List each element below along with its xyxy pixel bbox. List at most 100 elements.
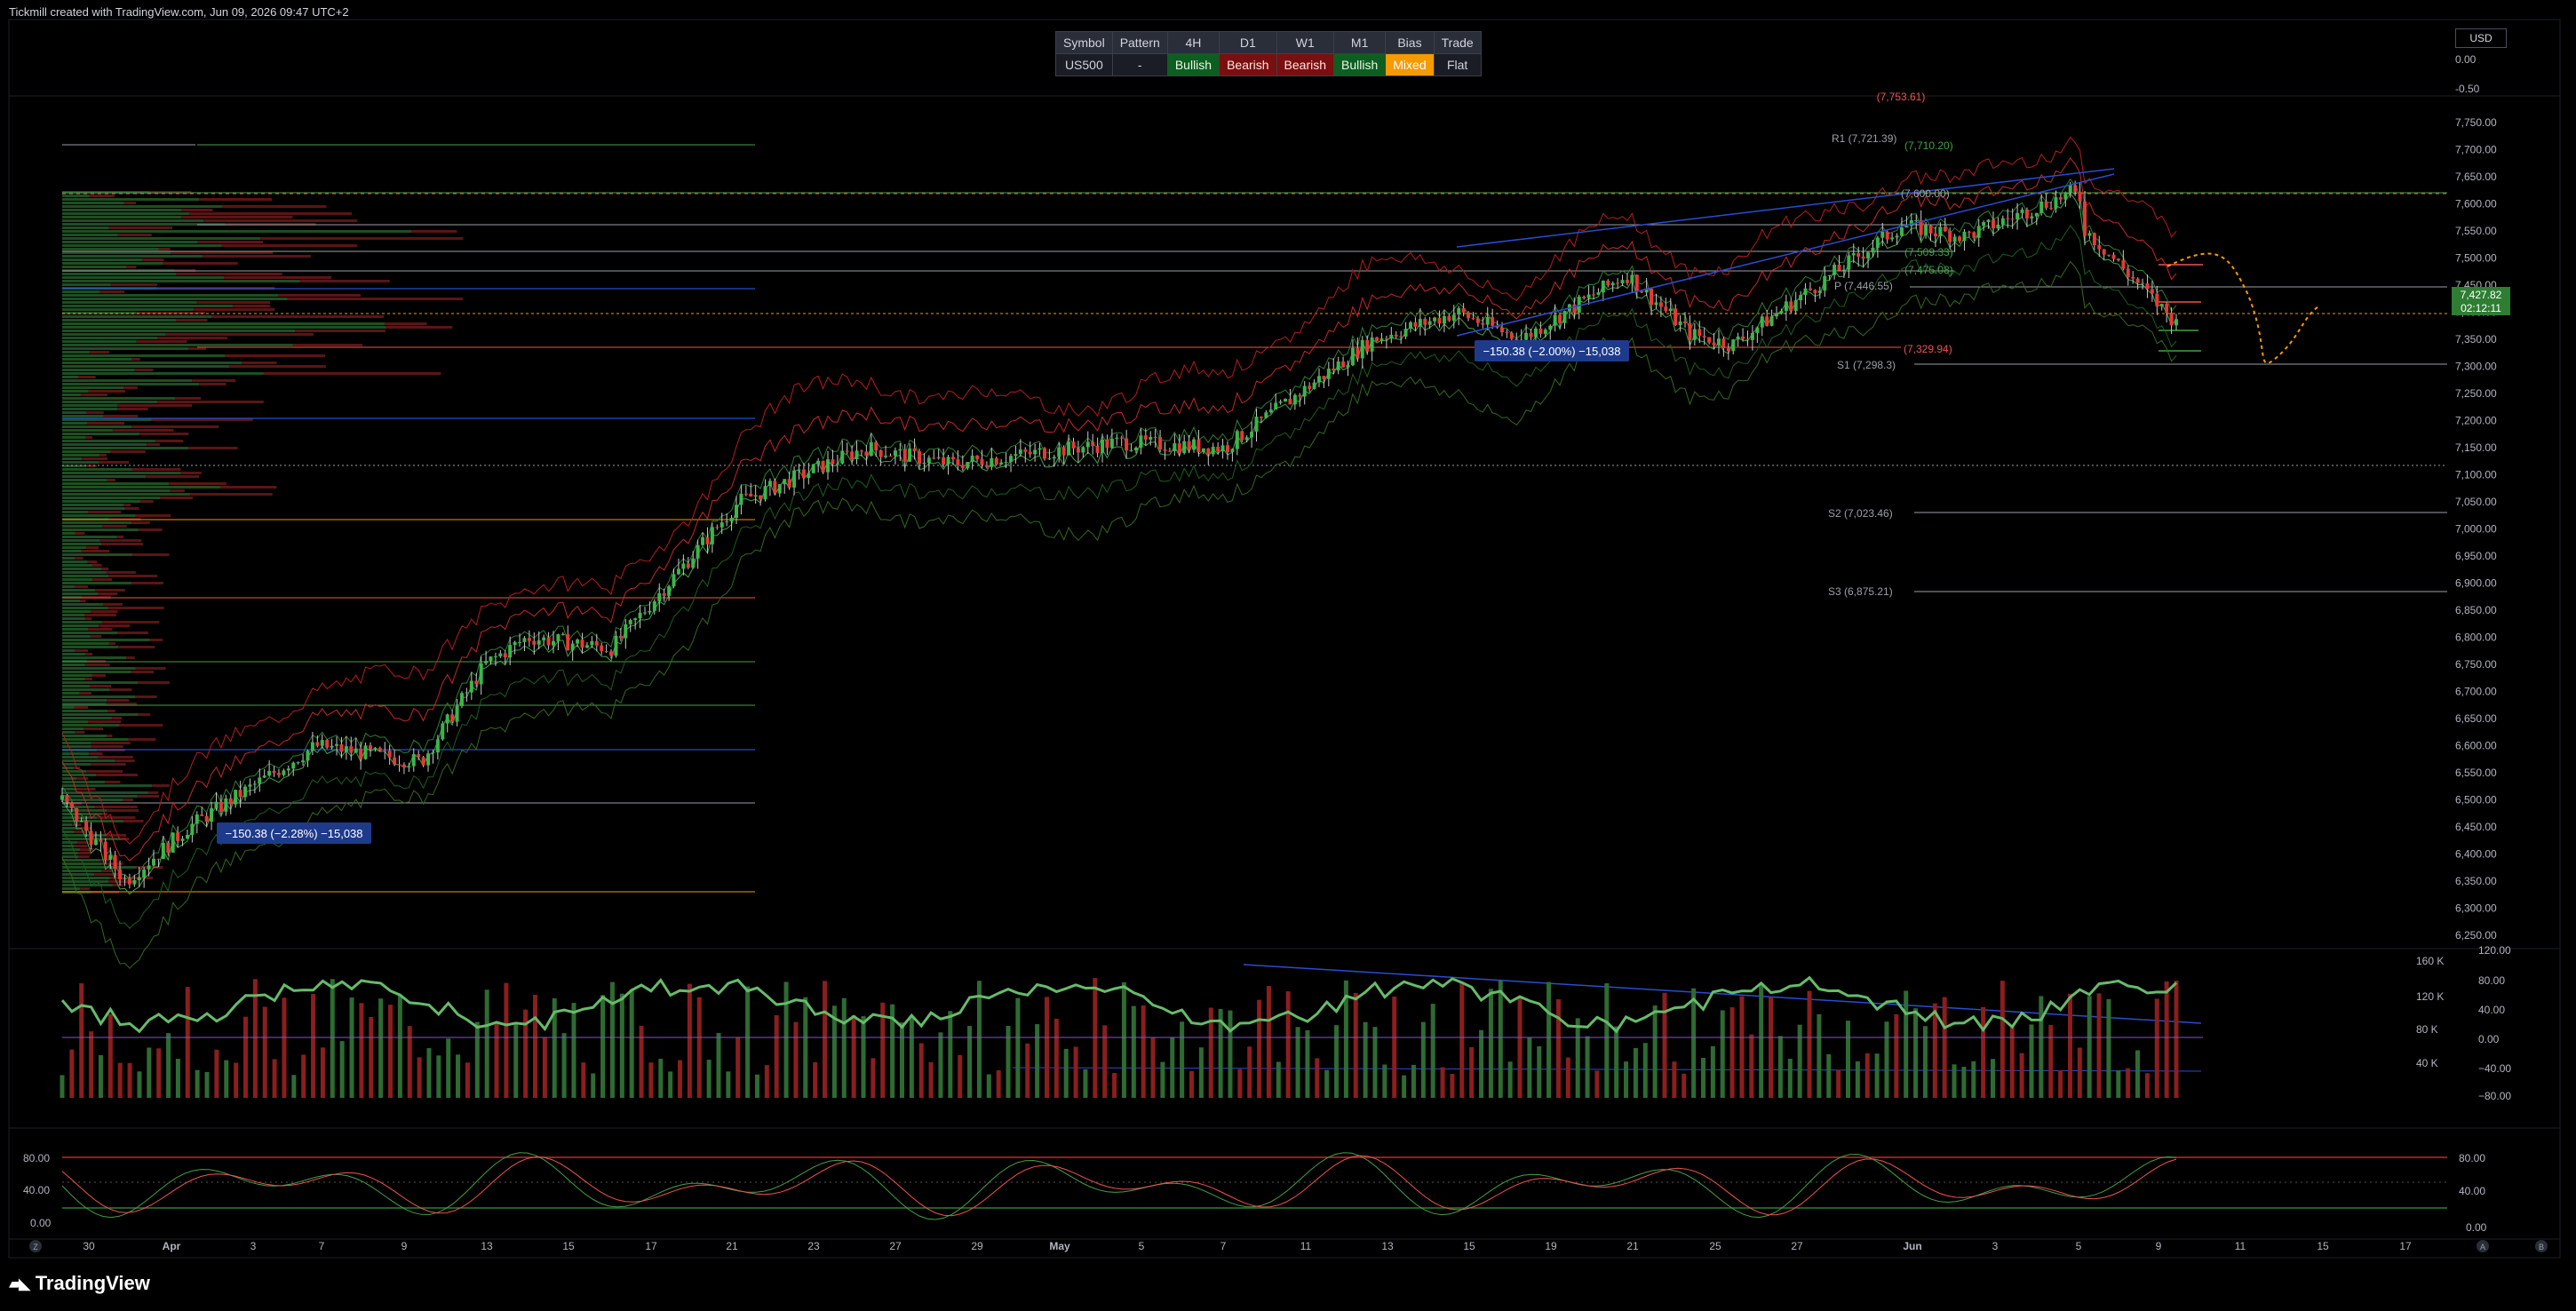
tradingview-brand[interactable]: ▰◣ TradingView [9,1272,150,1295]
candle-body [1861,256,1865,259]
candle-body [1485,316,1490,325]
profile-bar-red [75,731,85,734]
tradingview-logo-icon: ▰◣ [9,1274,31,1292]
candle-body [537,640,541,645]
candle-body [845,450,849,452]
candle-body [219,801,223,812]
candle-body [248,784,252,787]
volume-bar [706,1060,712,1098]
time-axis-label: 15 [562,1240,575,1252]
candle-body [93,839,98,846]
profile-bar-green [62,255,203,258]
profile-bar-red [88,720,122,723]
candle-body [378,748,382,751]
candle-body [1721,338,1726,349]
price-scale-label: 7,500.00 [2455,252,2497,265]
volume-bar [436,1055,441,1098]
profile-bar-green [62,759,115,762]
candle-body [1254,417,1259,433]
profile-bar-green [62,397,176,400]
volume-bar [1112,1072,1117,1098]
profile-bar-red [101,568,109,570]
candle-body [368,745,372,750]
profile-bar-green [62,457,83,460]
measure-left[interactable]: −150.38 (−2.28%) −15,038 [217,822,371,844]
candle-body [354,748,358,753]
volume-bar [1517,997,1523,1098]
measure-right[interactable]: −150.38 (−2.00%) −15,038 [1475,340,1629,362]
candle-body [1538,328,1543,334]
volume-bar [561,1033,567,1098]
volume-bar [1846,1021,1851,1098]
time-axis[interactable]: 30 Apr 3 7 9 13 15 17 21 23 27 29 May 5 7 11 13 15 19 21 25 2… [83,1240,2412,1252]
profile-bar-red [260,237,464,240]
profile-bar-green [62,294,279,297]
candle-body [258,777,262,784]
profile-bar-green [62,525,103,528]
candle-body [739,493,743,505]
candle-body [797,469,801,471]
volume-bar [1913,1008,1919,1098]
price-scale-label: 6,400.00 [2455,848,2497,861]
candle-body [441,723,445,740]
candle-body [787,479,791,488]
volume-bar [387,1005,393,1098]
profile-bar-red [160,497,193,499]
profile-bar-red [170,489,185,492]
candle-body [1789,301,1793,312]
time-axis-label: 7 [319,1240,325,1252]
candle-body [1461,307,1466,313]
volume-bar [282,997,287,1098]
candle-body [1042,448,1046,459]
profile-bar-green [62,866,137,869]
volume-bar [2154,998,2159,1098]
vol-scale-120k: 120 K [2416,990,2444,1003]
candle-body [1577,296,1581,313]
pivot-labels: (7,753.61) R1 (7,721.39) (7,710.20) (7,6… [1828,91,1953,598]
profile-bar-green [62,674,92,677]
profile-bar-green [62,330,296,332]
profile-bar-red [102,525,127,528]
profile-bar-red [91,745,123,748]
profile-bar-red [158,248,171,250]
profile-bar-red [80,848,94,851]
profile-bar-green [62,820,124,822]
vol-scale-40k: 40 K [2416,1057,2438,1069]
candle-body [710,527,714,544]
profile-bar-red [84,663,110,666]
volume-bar [600,995,606,1098]
candle-body [893,450,897,457]
chart-canvas[interactable]: −150.38 (−2.28%) −15,038 −150.38 (−2.00%… [0,0,2576,1311]
candle-body [1658,302,1663,307]
profile-bar-red [105,781,121,783]
profile-bar-green [62,550,82,552]
candle-body [204,815,209,822]
candle-body [1745,338,1750,340]
candle-body [1119,437,1124,439]
profile-bar-green [62,767,74,769]
candle-body [1866,252,1871,259]
profile-bar-red [137,795,160,798]
volume-bar [2106,998,2111,1098]
candle-body [783,479,787,485]
profile-bar-red [90,685,112,687]
candle-body [1312,382,1316,389]
profile-bar-green [62,425,132,428]
candle-body [1360,339,1364,359]
profile-bar-green [62,358,132,361]
candle-body [339,743,344,752]
candle-body [1067,441,1071,456]
price-scale-label: 6,950.00 [2455,550,2497,562]
profile-bar-green [62,560,88,563]
candle-body [1808,288,1812,290]
candle-body [2165,304,2169,313]
candle-body [1173,443,1177,451]
profile-bar-red [77,376,96,378]
volume-bar [1150,1037,1156,1098]
price-scale[interactable]: 7,750.00 7,700.00 7,650.00 7,600.00 7,550.00… [2455,116,2497,942]
profile-bar-green [62,344,293,346]
volume-bar [1093,978,1098,1098]
volume-bar [2144,1073,2150,1098]
candle-body [749,493,753,497]
profile-bar-red [101,870,114,872]
